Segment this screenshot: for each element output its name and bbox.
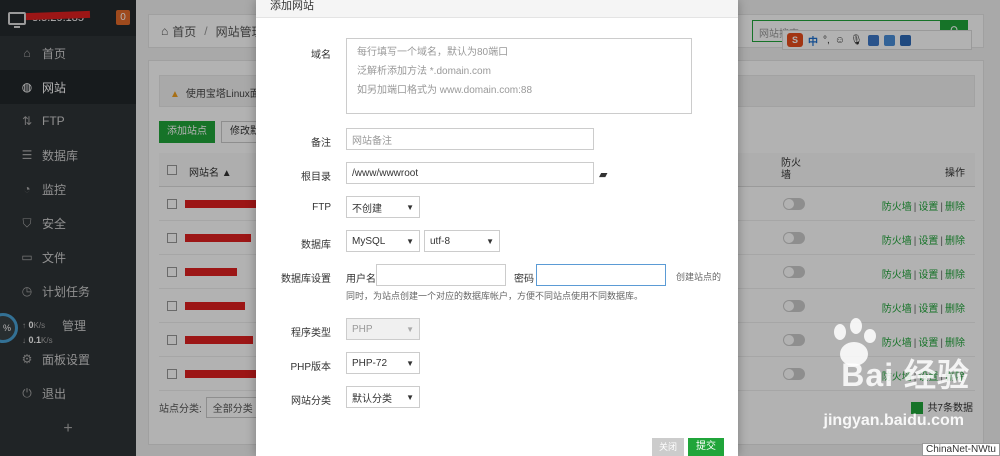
ftp-label: FTP xyxy=(312,202,331,213)
ftp-select[interactable]: 不创建 ▼ xyxy=(346,196,420,218)
domain-label: 域名 xyxy=(311,50,331,61)
password-label: 密码 xyxy=(514,274,534,285)
program-type-select[interactable]: PHP ▼ xyxy=(346,318,420,340)
domain-textarea[interactable]: 每行填写一个域名，默认为80端口 泛解析添加方法 *.domain.com 如另… xyxy=(346,38,692,114)
folder-open-icon[interactable]: ▰ xyxy=(599,168,607,181)
charset-select[interactable]: utf-8 ▼ xyxy=(424,230,500,252)
db-password-input[interactable] xyxy=(536,264,666,286)
site-category-value: 默认分类 xyxy=(352,393,392,405)
program-type-label: 程序类型 xyxy=(291,328,331,339)
database-label: 数据库 xyxy=(301,240,331,251)
chevron-down-icon: ▼ xyxy=(406,392,414,402)
php-version-select[interactable]: PHP-72 ▼ xyxy=(346,352,420,374)
chevron-down-icon: ▼ xyxy=(406,202,414,212)
remark-label: 备注 xyxy=(311,138,331,149)
network-tooltip: ChinaNet-NWtu xyxy=(921,443,1000,456)
watermark-url: jingyan.baidu.com xyxy=(823,412,964,429)
program-type-value: PHP xyxy=(352,323,373,335)
db-type-value: MySQL xyxy=(352,235,386,247)
create-tip: 创建站点的 xyxy=(676,272,722,282)
domain-hint-line: 泛解析添加方法 *.domain.com xyxy=(357,66,491,77)
db-settings-label: 数据库设置 xyxy=(281,274,331,285)
dialog-title: 添加网站 xyxy=(256,0,738,18)
chevron-down-icon: ▼ xyxy=(486,236,494,246)
remark-input[interactable]: 网站备注 xyxy=(346,128,594,150)
domain-hint-line: 如另加端口格式为 www.domain.com:88 xyxy=(357,85,533,96)
chevron-down-icon: ▼ xyxy=(406,236,414,246)
add-site-dialog: 添加网站 域名 每行填写一个域名，默认为80端口 泛解析添加方法 *.domai… xyxy=(256,0,738,456)
domain-hint-line: 每行填写一个域名，默认为80端口 xyxy=(357,47,509,58)
db-username-input[interactable] xyxy=(376,264,506,286)
db-note: 同时，为站点创建一个对应的数据库帐户，方便不同站点使用不同数据库。 xyxy=(346,291,644,301)
chevron-down-icon: ▼ xyxy=(406,358,414,368)
root-dir-label: 根目录 xyxy=(301,172,331,183)
close-button[interactable]: 关闭 xyxy=(652,438,684,456)
site-category-select[interactable]: 默认分类 ▼ xyxy=(346,386,420,408)
ftp-select-value: 不创建 xyxy=(352,203,382,215)
username-label: 用户名 xyxy=(346,274,376,285)
submit-button[interactable]: 提交 xyxy=(688,438,724,456)
site-category-label: 网站分类 xyxy=(291,396,331,407)
database-type-select[interactable]: MySQL ▼ xyxy=(346,230,420,252)
php-version-label: PHP版本 xyxy=(290,362,331,373)
php-version-value: PHP-72 xyxy=(352,357,388,369)
chevron-down-icon: ▼ xyxy=(406,324,414,334)
root-dir-input[interactable]: /www/wwwroot xyxy=(346,162,594,184)
charset-value: utf-8 xyxy=(430,235,451,247)
baidu-watermark: Bai 经验 xyxy=(841,357,970,393)
